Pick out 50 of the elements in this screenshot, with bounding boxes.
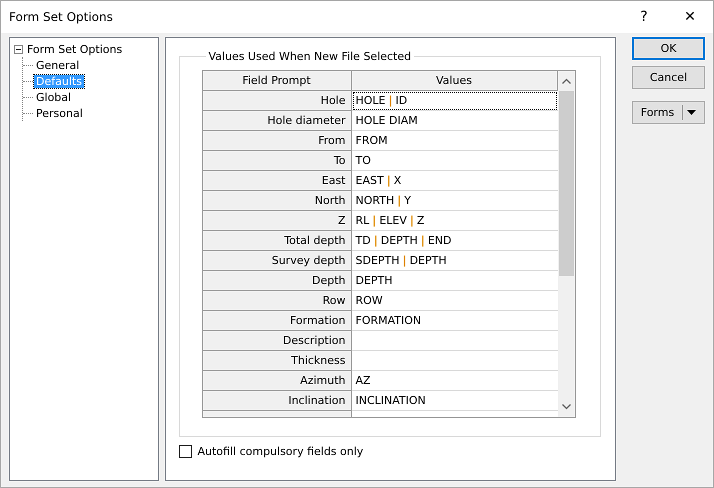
value-cell[interactable]: TD | DEPTH | END	[352, 231, 558, 251]
value-cell[interactable]: FROM	[352, 131, 558, 151]
value-cell[interactable]: RL | ELEV | Z	[352, 211, 558, 231]
tree-item[interactable]: Personal	[34, 106, 85, 120]
cancel-button[interactable]: Cancel	[632, 66, 705, 89]
row-header: Formation	[202, 311, 352, 331]
value-cell[interactable]: NORTH | Y	[352, 191, 558, 211]
column-header[interactable]: Field Prompt	[202, 71, 352, 91]
tree-item[interactable]: Global	[34, 90, 74, 104]
value-cell[interactable]: HOLE DIAM	[352, 111, 558, 131]
row-header: Description	[202, 331, 352, 351]
row-header: East	[202, 171, 352, 191]
row-header: To	[202, 151, 352, 171]
value-cell[interactable]: AZ	[352, 371, 558, 391]
tree-item[interactable]: General	[34, 58, 82, 72]
value-cell[interactable]: SDEPTH | DEPTH	[352, 251, 558, 271]
row-header: Hole diameter	[202, 111, 352, 131]
row-header: Total depth	[202, 231, 352, 251]
tree-item[interactable]: Form Set Options	[25, 42, 124, 56]
collapse-icon[interactable]	[14, 44, 23, 54]
close-button[interactable]: ✕	[667, 2, 713, 32]
row-header: Z	[202, 211, 352, 231]
row-header: Azimuth	[202, 371, 352, 391]
value-cell[interactable]: ROW	[352, 291, 558, 311]
window-title: Form Set Options	[9, 10, 114, 24]
value-cell[interactable]: TO	[352, 151, 558, 171]
scroll-up-icon[interactable]	[562, 78, 570, 84]
column-header[interactable]: Values	[352, 71, 558, 91]
value-cell[interactable]: DEPTH	[352, 271, 558, 291]
row-header: Inclination	[202, 391, 352, 411]
row-header: Depth	[202, 271, 352, 291]
group-title: Values Used When New File Selected	[208, 50, 412, 63]
row-header: Row	[202, 291, 352, 311]
scroll-down-icon[interactable]	[562, 404, 570, 410]
value-cell[interactable]: HOLE | ID	[352, 91, 558, 111]
value-cell[interactable]: INCLINATION	[352, 391, 558, 411]
caret-icon	[687, 110, 696, 115]
vertical-scrollbar[interactable]	[558, 71, 574, 417]
value-cell[interactable]: FORMATION	[352, 311, 558, 331]
scroll-thumb[interactable]	[558, 91, 574, 276]
row-header: From	[202, 131, 352, 151]
checkbox-icon[interactable]	[178, 445, 192, 458]
row-header: Thickness	[202, 351, 352, 371]
row-header: North	[202, 191, 352, 211]
help-button[interactable]: ?	[621, 2, 667, 32]
row-header: Hole	[202, 91, 352, 111]
value-cell[interactable]: EAST | X	[352, 171, 558, 191]
ok-button[interactable]: OK	[632, 37, 705, 60]
forms-split-button[interactable]: Forms	[632, 101, 705, 124]
row-header: Survey depth	[202, 251, 352, 271]
